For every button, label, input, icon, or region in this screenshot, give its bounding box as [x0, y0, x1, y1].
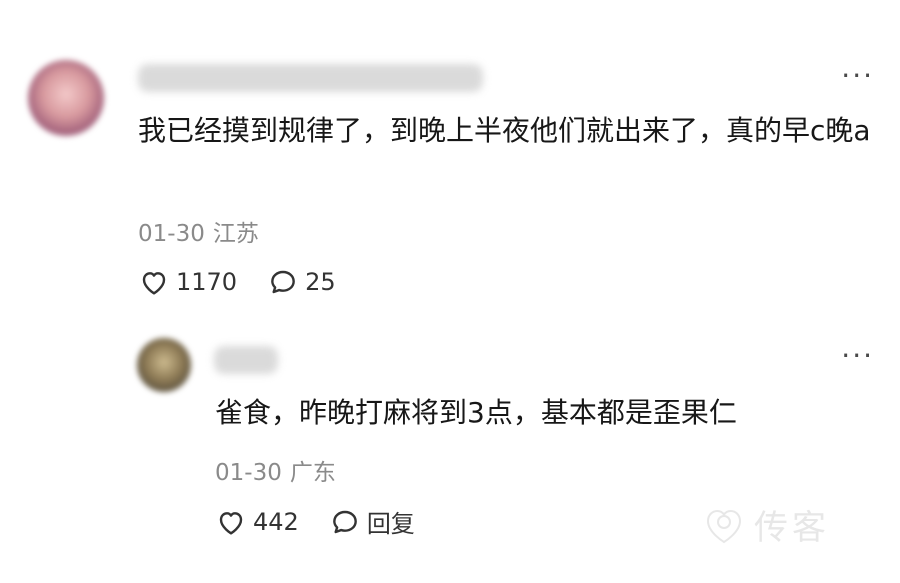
watermark: 传客 — [698, 498, 830, 550]
heart-icon — [219, 511, 243, 535]
comment-location: 江苏 — [212, 221, 259, 247]
comment-meta: 01-30 江苏 — [138, 214, 259, 248]
watermark-logo-icon — [706, 509, 742, 544]
comment-text: 雀食，昨晚打麻将到3点，基本都是歪果仁 — [215, 396, 737, 429]
heart-icon — [142, 272, 166, 295]
reply-label: 回复 — [366, 510, 415, 538]
comment-bubble-icon — [271, 270, 295, 294]
username-blurred[interactable] — [138, 64, 483, 92]
watermark-text: 传客 — [754, 507, 830, 548]
username-blurred[interactable] — [214, 346, 278, 374]
like-button[interactable]: 1170 — [138, 266, 237, 298]
comment-bubble-icon — [332, 510, 357, 533]
avatar[interactable] — [137, 338, 191, 392]
more-options-icon[interactable]: ··· — [841, 62, 874, 90]
comment-meta: 01-30 广东 — [215, 453, 336, 487]
comment: ··· 我已经摸到规律了，到晚上半夜他们就出来了，真的早c晚a 01-30 江苏 … — [0, 0, 900, 320]
comment-actions: 1170 25 — [138, 266, 336, 298]
avatar[interactable] — [28, 60, 104, 136]
like-count: 442 — [253, 507, 299, 536]
reply-count: 25 — [305, 268, 336, 296]
more-options-icon[interactable]: ··· — [841, 342, 874, 370]
comment-date: 01-30 — [215, 460, 282, 486]
comment-date: 01-30 — [138, 221, 205, 247]
comment-location: 广东 — [289, 460, 336, 486]
comment-text: 我已经摸到规律了，到晚上半夜他们就出来了，真的早c晚a — [138, 114, 871, 147]
reply-button[interactable]: 回复 — [329, 504, 415, 539]
reply-button[interactable]: 25 — [267, 266, 336, 298]
comment-actions: 442 回复 — [215, 504, 415, 539]
like-count: 1170 — [176, 268, 238, 296]
like-button[interactable]: 442 — [215, 506, 299, 538]
